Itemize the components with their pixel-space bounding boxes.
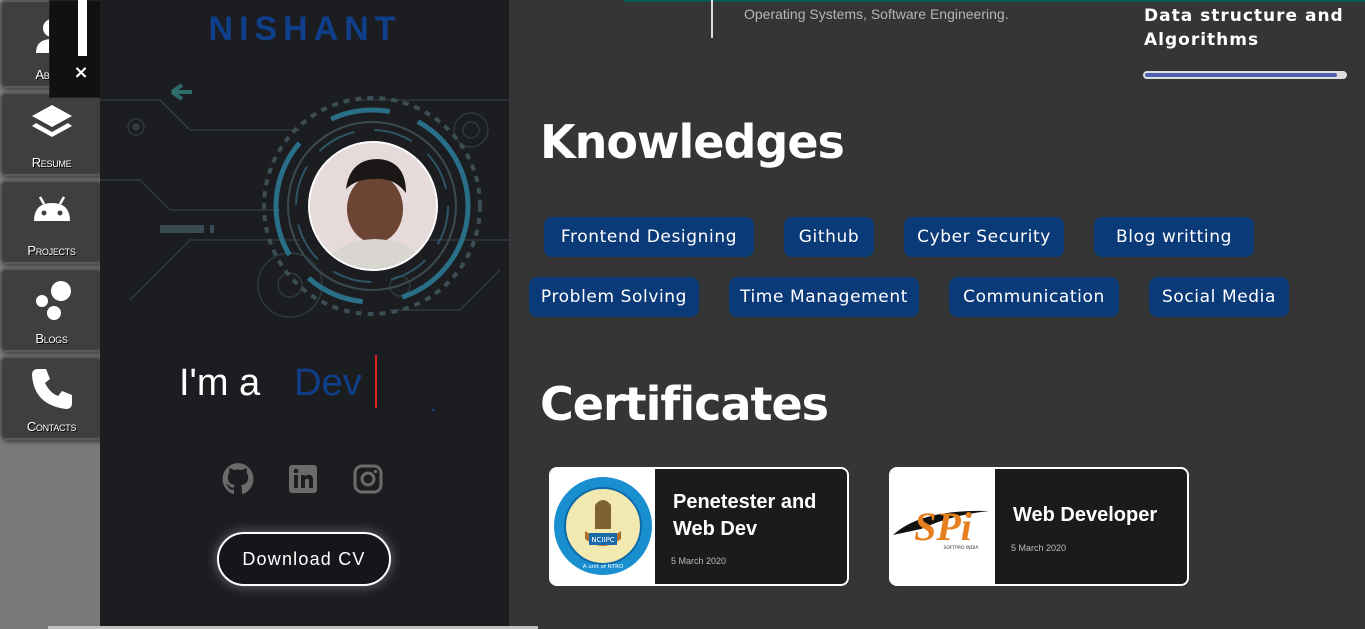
skill-title: Data structure and Algorithms <box>1144 6 1344 50</box>
github-icon[interactable] <box>220 461 256 497</box>
certificate-date: 5 March 2020 <box>1011 543 1067 553</box>
profile-panel: NISHANT I'm a Dev Download CV <box>100 0 509 629</box>
certificate-title: Penetester and Web Dev <box>673 491 817 540</box>
typing-dot <box>432 409 435 411</box>
nav-contacts-label: Contacts <box>26 419 77 434</box>
typing-headline: I'm a Dev <box>179 362 362 405</box>
layers-icon <box>31 105 72 137</box>
brand-logo: NISHANT <box>208 10 402 48</box>
certificate-card[interactable]: SPi SOFTPRO INDIA Web Developer 5 March … <box>889 467 1189 586</box>
svg-text:SPi: SPi <box>914 504 972 549</box>
knowledge-tag: Frontend Designing <box>544 217 754 257</box>
knowledge-tag: Problem Solving <box>529 277 699 317</box>
certificate-date: 5 March 2020 <box>671 556 727 566</box>
knowledge-tag: Github <box>784 217 874 257</box>
top-accent-line <box>624 0 1365 2</box>
certificate-card[interactable]: NCIIPC A unit of NTRO Penetester and Web… <box>549 467 849 586</box>
nav-projects-label: Projects <box>27 243 76 258</box>
close-icon[interactable]: × <box>66 62 96 83</box>
svg-text:SOFTPRO INDIA: SOFTPRO INDIA <box>943 545 979 551</box>
education-subjects: Operating Systems, Software Engineering. <box>744 6 1009 22</box>
nav-projects-button[interactable]: Projects <box>0 180 103 264</box>
nav-resume-button[interactable]: Resume <box>0 92 103 176</box>
knowledge-tag: Cyber Security <box>904 217 1064 257</box>
typing-role: Dev <box>294 362 362 404</box>
knowledge-tag: Communication <box>949 277 1119 317</box>
knowledge-tag: Time Management <box>729 277 919 317</box>
certificates-heading: Certificates <box>540 377 829 431</box>
main-content: Operating Systems, Software Engineering.… <box>509 0 1365 629</box>
typing-caret <box>375 355 377 408</box>
nciipc-logo: NCIIPC A unit of NTRO <box>551 469 655 584</box>
download-cv-button[interactable]: Download CV <box>217 532 391 586</box>
spi-logo: SPi SOFTPRO INDIA <box>891 469 995 584</box>
skill-progress-bar <box>1143 71 1347 79</box>
instagram-icon[interactable] <box>350 461 386 497</box>
nav-resume-label: Resume <box>31 155 72 170</box>
knowledge-tag: Social Media <box>1149 277 1289 317</box>
svg-text:A unit of NTRO: A unit of NTRO <box>583 564 624 570</box>
android-icon <box>33 196 70 221</box>
linkedin-icon[interactable] <box>285 461 321 497</box>
typing-prefix: I'm a <box>179 362 261 404</box>
bubbles-icon <box>35 281 71 320</box>
knowledges-heading: Knowledges <box>540 115 845 169</box>
certificate-title: Web Developer <box>1013 504 1158 526</box>
svg-text:NCIIPC: NCIIPC <box>591 536 614 544</box>
phone-icon <box>31 369 72 409</box>
arrow-left-icon <box>170 83 192 101</box>
nav-blogs-label: Blogs <box>35 331 68 346</box>
knowledge-tag: Blog writting <box>1094 217 1254 257</box>
timeline-divider <box>711 0 713 38</box>
nav-blogs-button[interactable]: Blogs <box>0 268 103 352</box>
menu-bar-indicator <box>78 0 87 56</box>
profile-avatar <box>308 141 438 271</box>
nav-contacts-button[interactable]: Contacts <box>0 356 103 440</box>
skill-progress-fill <box>1145 73 1337 77</box>
